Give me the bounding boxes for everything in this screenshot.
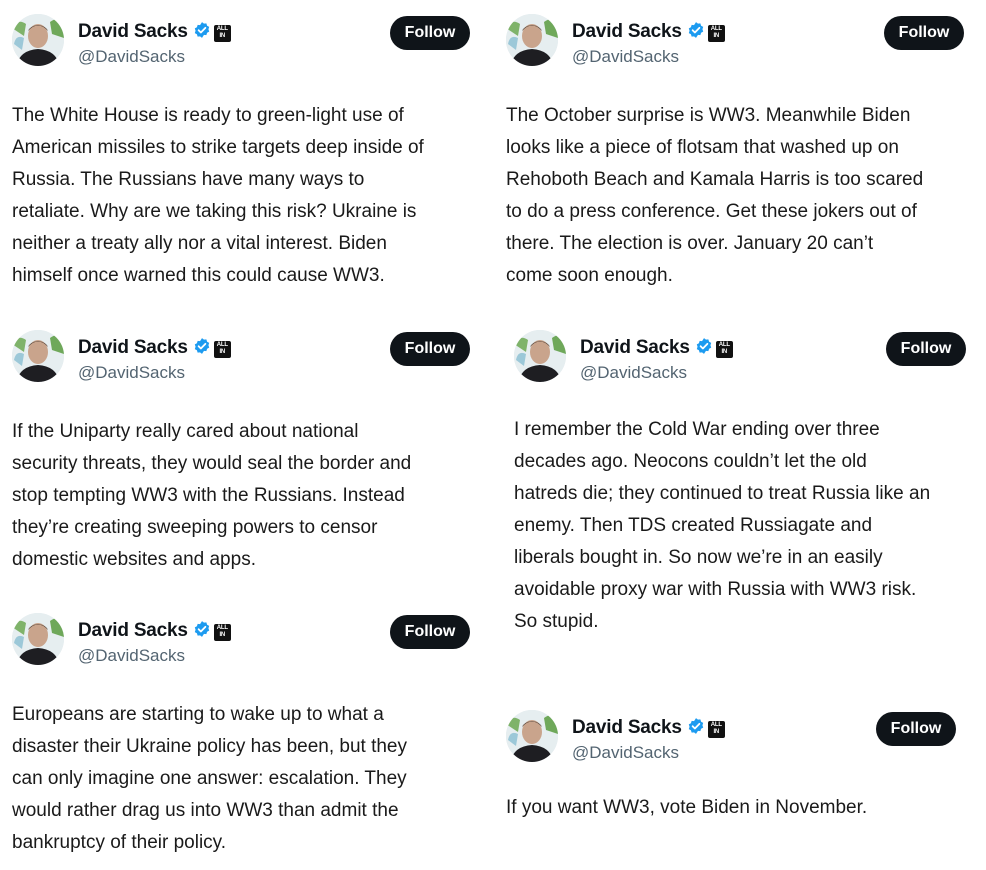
handle[interactable]: @DavidSacks	[78, 646, 185, 666]
tweet-header: David Sacks ALL IN @DavidSacks Follow	[12, 613, 482, 673]
display-name[interactable]: David Sacks ALL IN	[78, 620, 231, 644]
all-in-badge-icon: ALL IN	[213, 624, 231, 641]
avatar[interactable]	[12, 14, 64, 66]
handle[interactable]: @DavidSacks	[580, 363, 687, 383]
display-name[interactable]: David Sacks ALL IN	[580, 337, 733, 361]
tweet-header: David Sacks ALL IN @DavidSacks Follow	[514, 330, 980, 390]
handle[interactable]: @DavidSacks	[78, 363, 185, 383]
verified-badge-icon	[193, 21, 211, 45]
follow-button[interactable]: Follow	[390, 615, 470, 649]
verified-badge-icon	[193, 337, 211, 361]
avatar[interactable]	[12, 330, 64, 382]
avatar[interactable]	[12, 613, 64, 665]
display-name[interactable]: David Sacks ALL IN	[572, 717, 725, 741]
display-name[interactable]: David Sacks ALL IN	[78, 337, 231, 361]
verified-badge-icon	[695, 337, 713, 361]
follow-button[interactable]: Follow	[886, 332, 966, 366]
tweet-text: The October surprise is WW3. Meanwhile B…	[506, 105, 924, 286]
follow-button[interactable]: Follow	[390, 16, 470, 50]
verified-badge-icon	[687, 717, 705, 741]
display-name[interactable]: David Sacks ALL IN	[78, 21, 231, 45]
all-in-badge-icon: ALL IN	[715, 341, 733, 358]
handle[interactable]: @DavidSacks	[572, 47, 679, 67]
handle[interactable]: @DavidSacks	[78, 47, 185, 67]
tweet-header: David Sacks ALL IN @DavidSacks Follow	[506, 14, 976, 74]
follow-button[interactable]: Follow	[876, 712, 956, 746]
tweet-header: David Sacks ALL IN @DavidSacks Follow	[12, 14, 482, 74]
tweet-text: If the Uniparty really cared about natio…	[12, 421, 412, 570]
tweet-text: If you want WW3, vote Biden in November.	[506, 797, 868, 818]
tweet-text: The White House is ready to green-light …	[12, 105, 424, 286]
tweet-header: David Sacks ALL IN @DavidSacks Follow	[506, 710, 976, 770]
all-in-badge-icon: ALL IN	[707, 721, 725, 738]
verified-badge-icon	[193, 620, 211, 644]
tweet-header: David Sacks ALL IN @DavidSacks Follow	[12, 330, 482, 390]
tweet-text: I remember the Cold War ending over thre…	[514, 419, 931, 632]
avatar[interactable]	[506, 710, 558, 762]
tweet-text: Europeans are starting to wake up to wha…	[12, 704, 407, 853]
verified-badge-icon	[687, 21, 705, 45]
all-in-badge-icon: ALL IN	[213, 341, 231, 358]
all-in-badge-icon: ALL IN	[707, 25, 725, 42]
avatar[interactable]	[514, 330, 566, 382]
all-in-badge-icon: ALL IN	[213, 25, 231, 42]
avatar[interactable]	[506, 14, 558, 66]
handle[interactable]: @DavidSacks	[572, 743, 679, 763]
display-name[interactable]: David Sacks ALL IN	[572, 21, 725, 45]
follow-button[interactable]: Follow	[390, 332, 470, 366]
follow-button[interactable]: Follow	[884, 16, 964, 50]
